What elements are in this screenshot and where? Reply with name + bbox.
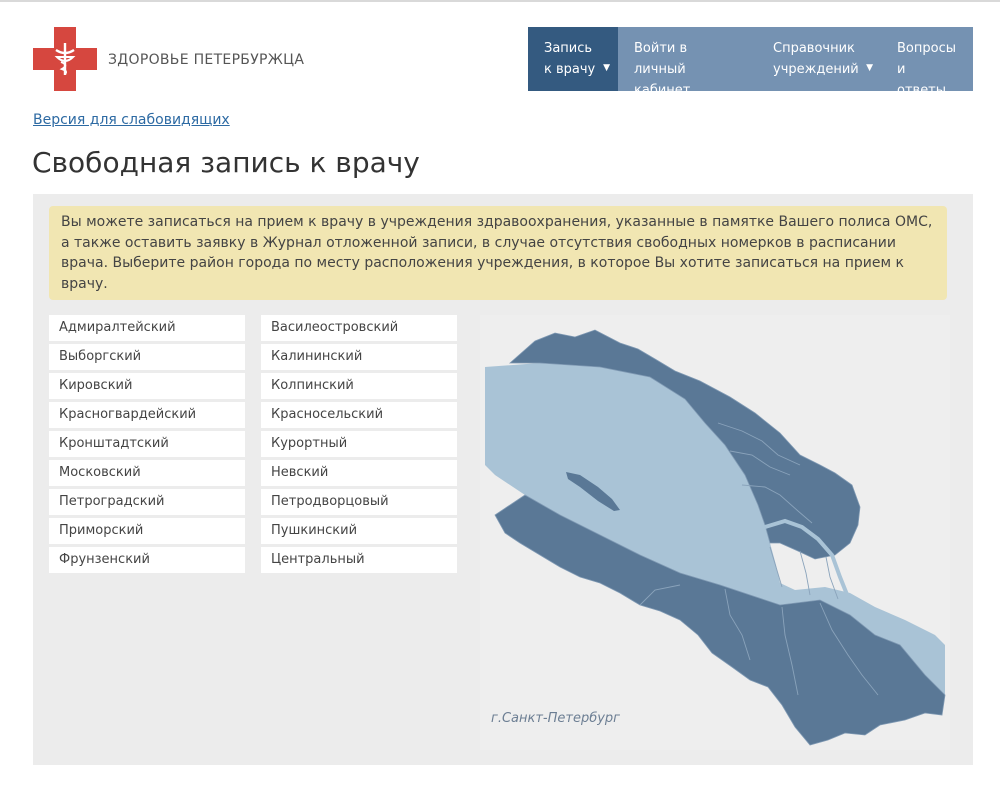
city-map[interactable]: г.Санкт-Петербург	[480, 315, 950, 750]
district-item[interactable]: Петроградский	[49, 489, 245, 515]
district-list-col2: Василеостровский Калининский Колпинский …	[261, 315, 457, 576]
district-item[interactable]: Выборгский	[49, 344, 245, 370]
district-item[interactable]: Адмиралтейский	[49, 315, 245, 341]
district-item[interactable]: Курортный	[261, 431, 457, 457]
district-item[interactable]: Московский	[49, 460, 245, 486]
district-item[interactable]: Калининский	[261, 344, 457, 370]
district-item[interactable]: Фрунзенский	[49, 547, 245, 573]
info-notice: Вы можете записаться на прием к врачу в …	[49, 206, 947, 300]
nav-directory-line2: учреждений	[773, 62, 859, 77]
page-title: Свободная запись к врачу	[32, 146, 420, 179]
nav-login[interactable]: Войти в личный кабинет	[618, 27, 757, 98]
map-label: г.Санкт-Петербург	[491, 711, 620, 726]
dropdown-arrow-icon: ▼	[866, 63, 873, 73]
nav-directory-line1: Справочник	[773, 41, 855, 56]
nav-appointment-line1: Запись	[544, 41, 593, 56]
nav-login-line1: Войти в	[634, 41, 688, 56]
main-nav: Запись к врачу ▼ Войти в личный кабинет …	[528, 27, 973, 98]
caduceus-icon	[54, 43, 76, 75]
dropdown-arrow-icon: ▼	[603, 63, 610, 73]
top-border	[0, 0, 1000, 2]
nav-directory[interactable]: Справочник учреждений ▼	[757, 27, 881, 91]
nav-faq-line2: и ответы	[897, 62, 947, 98]
district-item[interactable]: Приморский	[49, 518, 245, 544]
main-panel: Вы можете записаться на прием к врачу в …	[33, 194, 973, 765]
accessibility-link[interactable]: Версия для слабовидящих	[33, 112, 230, 128]
nav-faq-line1: Вопросы	[897, 41, 956, 56]
district-item[interactable]: Невский	[261, 460, 457, 486]
nav-appointment-line2: к врачу	[544, 62, 596, 77]
logo[interactable]	[33, 27, 97, 91]
district-item[interactable]: Центральный	[261, 547, 457, 573]
district-item[interactable]: Колпинский	[261, 373, 457, 399]
district-item[interactable]: Кронштадтский	[49, 431, 245, 457]
district-list-col1: Адмиралтейский Выборгский Кировский Крас…	[49, 315, 245, 576]
nav-login-line2: личный кабинет	[634, 62, 691, 98]
district-item[interactable]: Кировский	[49, 373, 245, 399]
district-item[interactable]: Пушкинский	[261, 518, 457, 544]
district-item[interactable]: Петродворцовый	[261, 489, 457, 515]
district-item[interactable]: Красногвардейский	[49, 402, 245, 428]
nav-faq[interactable]: Вопросы и ответы	[881, 27, 973, 98]
brand-name[interactable]: ЗДОРОВЬЕ ПЕТЕРБУРЖЦА	[108, 52, 304, 68]
district-item[interactable]: Василеостровский	[261, 315, 457, 341]
nav-appointment[interactable]: Запись к врачу ▼	[528, 27, 618, 91]
district-item[interactable]: Красносельский	[261, 402, 457, 428]
